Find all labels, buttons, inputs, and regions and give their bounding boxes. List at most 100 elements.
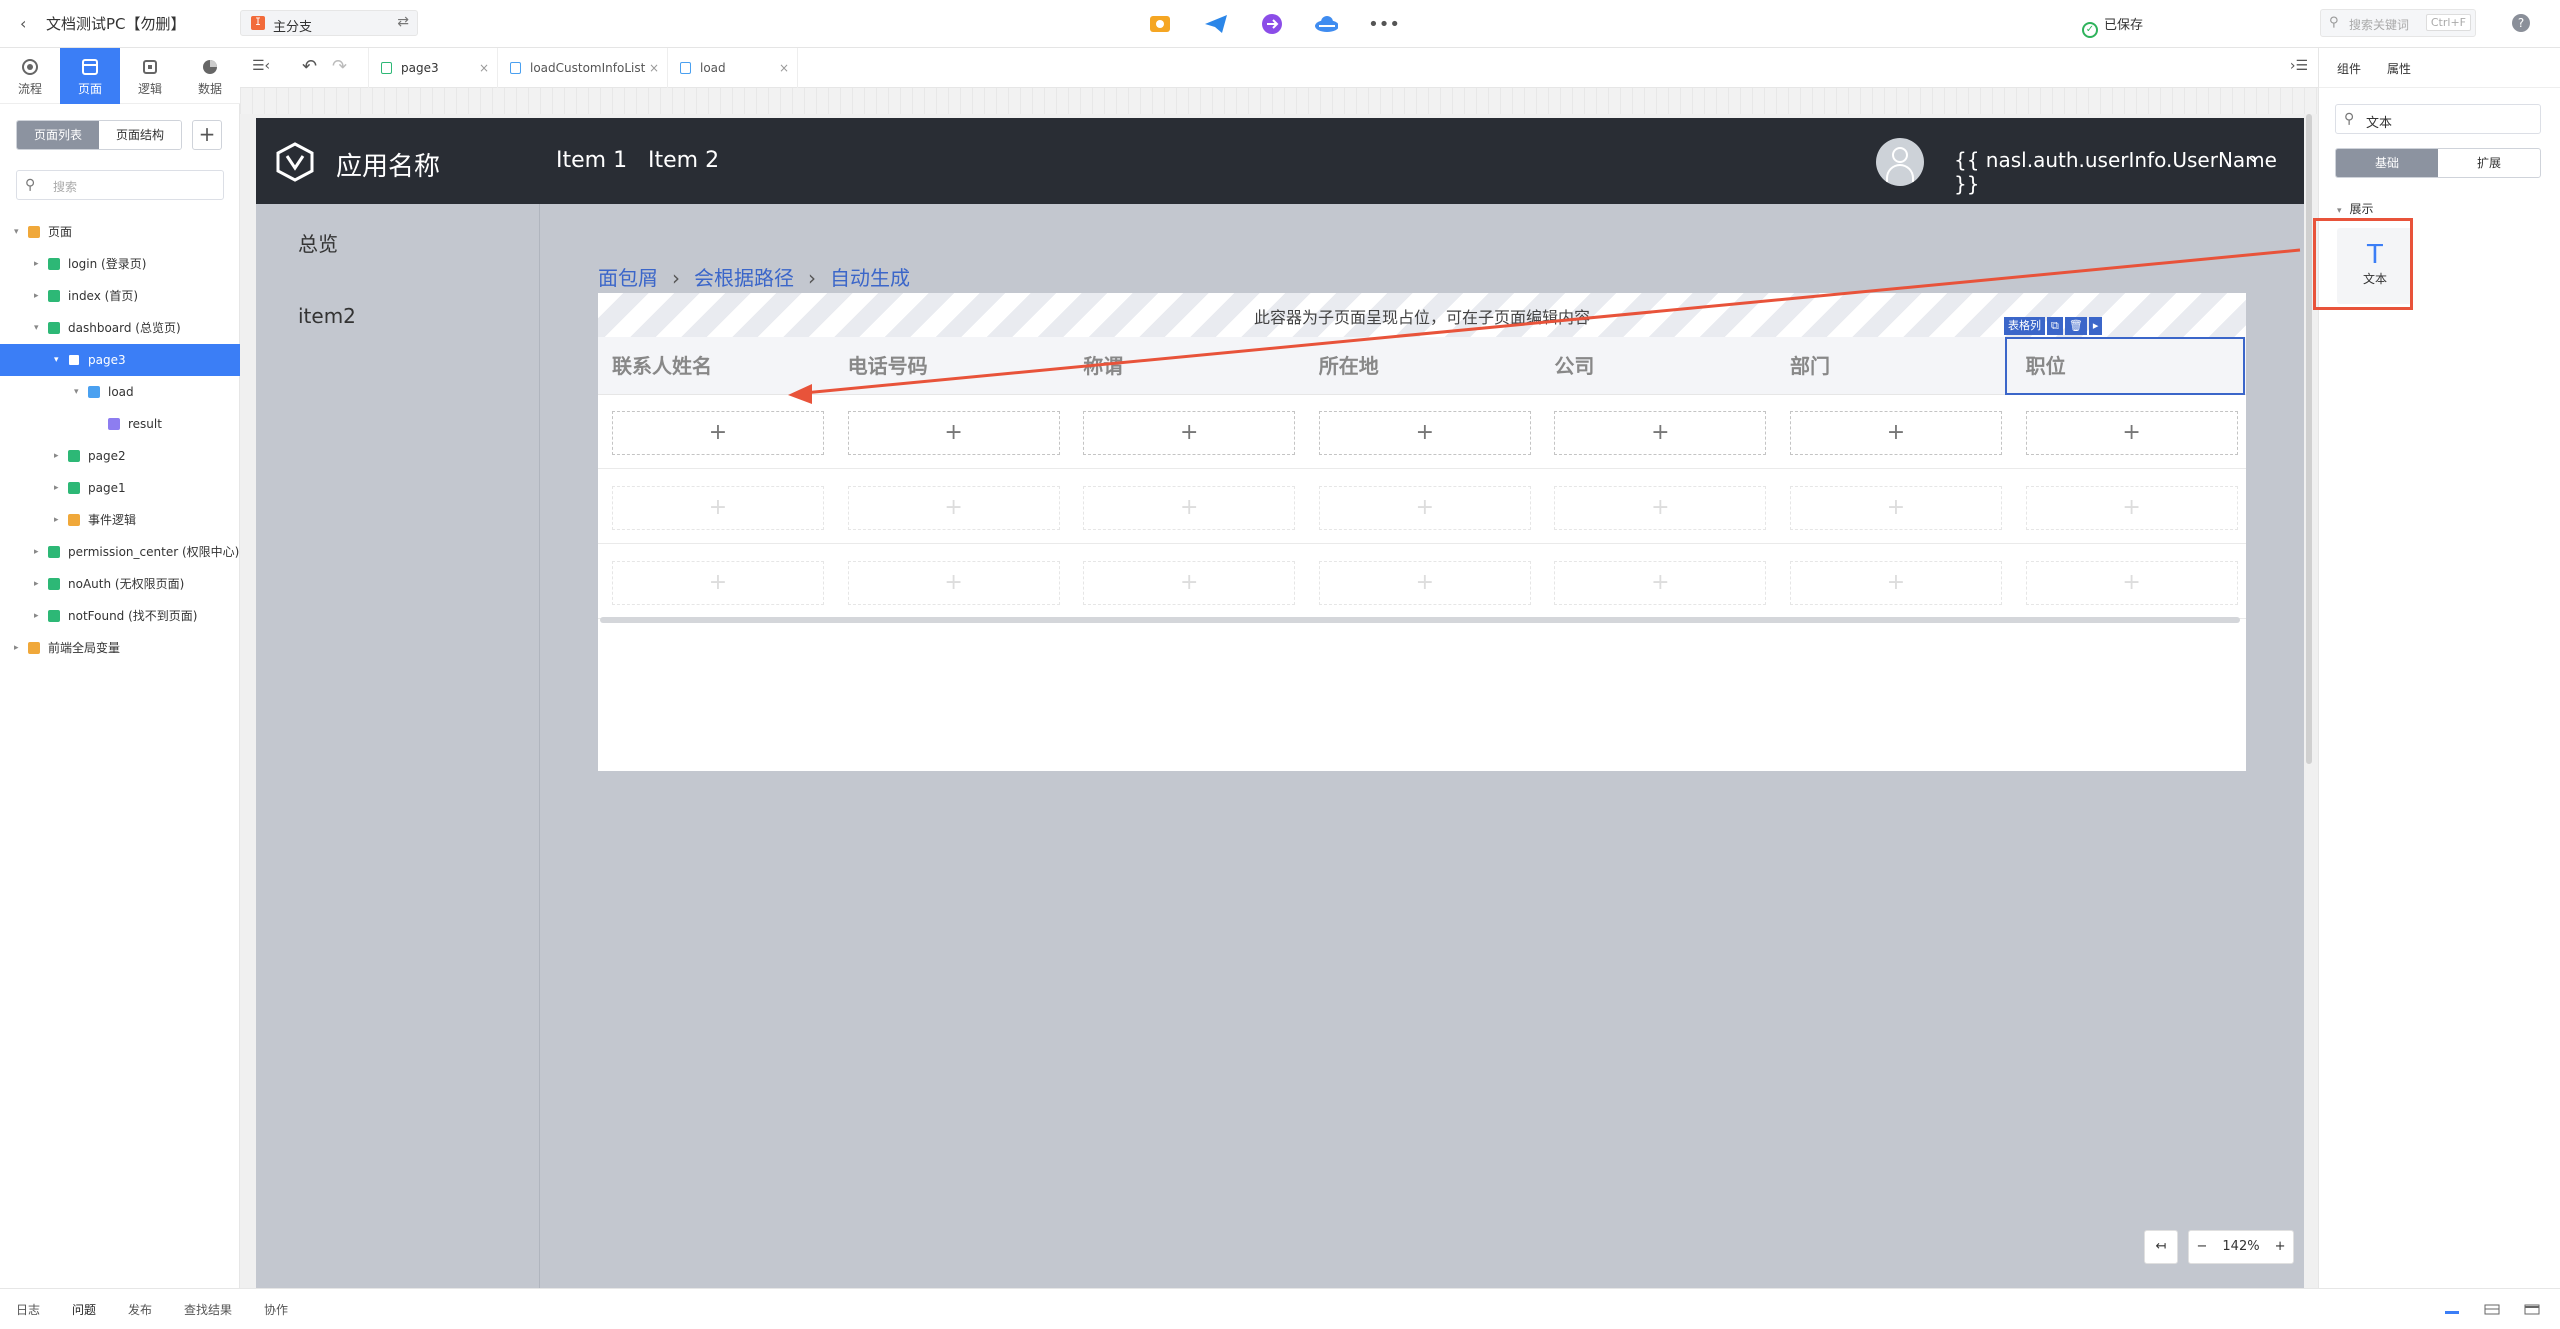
seg-page-list[interactable]: 页面列表 — [17, 121, 99, 149]
chevron-down-icon[interactable]: ▾ — [54, 344, 59, 376]
column-header[interactable]: 联系人姓名 — [612, 337, 712, 395]
tab-collaboration[interactable]: 协作 — [264, 1301, 288, 1318]
tree-node[interactable]: ▾ 页面 — [0, 216, 240, 248]
chevron-down-icon[interactable]: ▾ — [74, 376, 79, 408]
collapse-right-icon[interactable]: ›☰ — [2290, 58, 2308, 74]
zoom-out-button[interactable]: − — [2197, 1231, 2208, 1263]
tab-publish[interactable]: 发布 — [128, 1301, 152, 1318]
switch-branch-icon[interactable]: ⇄ — [397, 14, 409, 30]
tab-components[interactable]: 组件 — [2337, 60, 2361, 77]
more-icon[interactable]: ••• — [1368, 12, 1400, 36]
add-content-slot[interactable]: + — [1083, 561, 1296, 605]
publish-plane-icon[interactable] — [1204, 12, 1228, 36]
delete-icon[interactable]: 🗑︎ — [2064, 317, 2087, 335]
add-content-slot[interactable]: + — [847, 411, 1060, 455]
tree-node[interactable]: ▾ page3 — [0, 344, 240, 376]
add-content-slot[interactable]: + — [847, 486, 1060, 530]
add-content-slot[interactable]: + — [1083, 411, 1296, 455]
back-arrow-icon[interactable]: ‹ — [20, 14, 26, 33]
rail-tab-logic[interactable]: 逻辑 — [120, 48, 180, 104]
chevron-right-icon[interactable]: ▸ — [54, 472, 59, 504]
add-content-slot[interactable]: + — [1318, 561, 1531, 605]
tree-node[interactable]: ▸ 前端全局变量 — [0, 632, 240, 664]
cloud-icon[interactable] — [1314, 12, 1338, 36]
canvas-vertical-scrollbar[interactable] — [2306, 114, 2312, 764]
chevron-down-icon[interactable]: ⌄ — [2246, 146, 2261, 167]
close-icon[interactable]: × — [779, 48, 789, 88]
add-content-slot[interactable]: + — [2025, 411, 2238, 455]
tab-issues[interactable]: 问题 — [72, 1301, 96, 1318]
breadcrumb-item[interactable]: 自动生成 — [830, 262, 910, 291]
add-content-slot[interactable]: + — [1554, 561, 1767, 605]
add-content-slot[interactable]: + — [847, 561, 1060, 605]
collapse-left-icon[interactable]: ☰‹ — [252, 58, 270, 74]
tree-node[interactable]: ▾ dashboard (总览页) — [0, 312, 240, 344]
chevron-right-icon[interactable]: ▸ — [34, 568, 39, 600]
add-content-slot[interactable]: + — [1318, 486, 1531, 530]
add-content-slot[interactable]: + — [1790, 486, 2002, 530]
tab-log[interactable]: 日志 — [16, 1301, 40, 1318]
tree-node[interactable]: ▸ permission_center (权限中心) — [0, 536, 240, 568]
rail-tab-flow[interactable]: 流程 — [0, 48, 60, 104]
nav-item-2[interactable]: Item 2 — [648, 148, 719, 173]
add-content-slot[interactable]: + — [2025, 561, 2238, 605]
tree-node[interactable]: ▸ page1 — [0, 472, 240, 504]
seg-basic[interactable]: 基础 — [2336, 149, 2438, 177]
page-search-input[interactable]: ⚲ 搜索 — [16, 170, 224, 200]
branch-selector[interactable]: ⵊ 主分支 ⇄ — [240, 10, 418, 36]
column-header[interactable]: 公司 — [1554, 337, 1594, 395]
tab-properties[interactable]: 属性 — [2387, 60, 2411, 77]
column-header[interactable]: 称谓 — [1083, 337, 1123, 395]
preview-icon[interactable] — [1148, 12, 1172, 36]
column-header[interactable]: 所在地 — [1319, 337, 1379, 395]
layout-split-icon[interactable] — [2484, 1303, 2500, 1315]
copy-icon[interactable]: ⧉ — [2047, 317, 2063, 335]
layout-max-icon[interactable] — [2524, 1303, 2540, 1315]
chevron-right-icon[interactable]: ▸ — [34, 248, 39, 280]
add-content-slot[interactable]: + — [1554, 411, 1767, 455]
close-icon[interactable]: × — [479, 48, 489, 88]
zoom-in-button[interactable]: + — [2275, 1231, 2286, 1263]
tree-node[interactable]: result — [0, 408, 240, 440]
chevron-right-icon[interactable]: ▸ — [54, 504, 59, 536]
table-horizontal-scrollbar[interactable] — [600, 617, 2240, 623]
chevron-right-icon[interactable]: ▸ — [34, 600, 39, 632]
tab-search-results[interactable]: 查找结果 — [184, 1301, 232, 1318]
deploy-icon[interactable] — [1260, 12, 1284, 36]
tree-node[interactable]: ▾ load — [0, 376, 240, 408]
redo-icon[interactable]: ↷ — [332, 56, 347, 77]
section-display[interactable]: ▾ 展示 — [2337, 200, 2374, 217]
add-content-slot[interactable]: + — [1083, 486, 1296, 530]
breadcrumb-item[interactable]: 会根据路径 — [694, 262, 794, 291]
tab-loadcustominfolist[interactable]: loadCustomInfoList × — [498, 48, 668, 88]
add-content-slot[interactable]: + — [1790, 561, 2002, 605]
column-header[interactable]: 电话号码 — [848, 337, 928, 395]
tree-node[interactable]: ▸ index (首页) — [0, 280, 240, 312]
tree-node[interactable]: ▸ page2 — [0, 440, 240, 472]
layout-bottom-icon[interactable] — [2444, 1303, 2460, 1315]
sidebar-item-overview[interactable]: 总览 — [298, 228, 338, 257]
collapse-canvas-button[interactable]: ↤ — [2144, 1230, 2178, 1264]
sidebar-item-item2[interactable]: item2 — [298, 304, 356, 328]
help-icon[interactable]: ? — [2512, 14, 2530, 32]
tree-node[interactable]: ▸ login (登录页) — [0, 248, 240, 280]
tab-load[interactable]: load × — [668, 48, 798, 88]
avatar[interactable] — [1876, 138, 1924, 186]
add-content-slot[interactable]: + — [612, 411, 824, 455]
component-search-input[interactable]: ⚲ 文本 — [2335, 104, 2541, 134]
breadcrumb-item[interactable]: 面包屑 — [598, 262, 658, 291]
rail-tab-data[interactable]: 数据 — [180, 48, 240, 104]
column-header[interactable]: 部门 — [1790, 337, 1830, 395]
close-icon[interactable]: × — [649, 48, 659, 88]
tree-node[interactable]: ▸ notFound (找不到页面) — [0, 600, 240, 632]
more-arrow-icon[interactable]: ▸ — [2088, 317, 2103, 335]
add-content-slot[interactable]: + — [612, 561, 824, 605]
undo-icon[interactable]: ↶ — [302, 56, 317, 77]
chevron-right-icon[interactable]: ▸ — [54, 440, 59, 472]
chevron-down-icon[interactable]: ▾ — [14, 216, 19, 248]
global-search[interactable]: ⚲ 搜索关键词 Ctrl+F — [2320, 9, 2476, 37]
seg-page-structure[interactable]: 页面结构 — [99, 121, 181, 149]
add-content-slot[interactable]: + — [1554, 486, 1767, 530]
tab-page3[interactable]: page3 × — [368, 48, 498, 88]
chevron-down-icon[interactable]: ▾ — [34, 312, 39, 344]
